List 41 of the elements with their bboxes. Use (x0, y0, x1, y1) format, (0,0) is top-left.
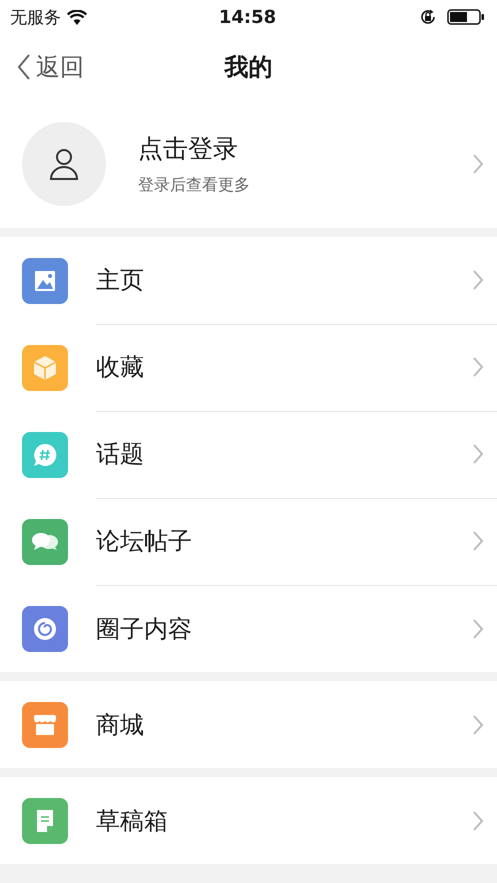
chevron-icon (471, 808, 485, 832)
battery-icon (447, 9, 486, 25)
menu-label: 话题 (96, 439, 145, 470)
menu-item[interactable]: 论坛帖子 (0, 498, 497, 585)
wifi-icon (67, 10, 87, 24)
login-title: 点击登录 (138, 133, 239, 165)
menu-item[interactable]: 商城 (0, 681, 497, 768)
cube-icon (22, 344, 68, 390)
back-chevron-icon (16, 53, 32, 81)
login-subtitle: 登录后查看更多 (138, 175, 251, 196)
menu-label: 圈子内容 (96, 614, 193, 644)
clock-time: 14:58 (218, 6, 276, 28)
menu-item[interactable]: 圈子内容 (0, 585, 497, 672)
user-icon (49, 148, 79, 180)
chevron-icon (471, 268, 485, 292)
chat-hash-icon (22, 432, 68, 478)
image-icon (22, 258, 68, 304)
shop-icon (22, 702, 68, 748)
swirl-icon (22, 606, 68, 652)
chat-bubbles-icon (22, 518, 68, 564)
menu-label: 收藏 (96, 352, 145, 383)
chevron-icon (471, 712, 485, 736)
menu-label: 主页 (96, 265, 145, 296)
chevron-icon (471, 529, 485, 553)
menu-item[interactable]: 主页 (0, 237, 497, 324)
back-button[interactable]: 返回 (16, 51, 84, 83)
menu-item[interactable]: 草稿箱 (0, 777, 497, 864)
menu-item[interactable]: 收藏 (0, 324, 497, 411)
chevron-icon (471, 616, 485, 640)
menu-label: 草稿箱 (96, 806, 169, 836)
page-title: 我的 (224, 52, 272, 83)
chevron-icon (471, 152, 485, 176)
menu-label: 商城 (96, 710, 145, 740)
chevron-icon (471, 355, 485, 379)
rotation-lock-icon (419, 8, 438, 26)
menu-label: 论坛帖子 (96, 526, 193, 557)
document-icon (22, 798, 68, 844)
carrier-text: 无服务 (10, 6, 61, 28)
login-row[interactable]: 点击登录 登录后查看更多 (0, 100, 497, 228)
menu-item[interactable]: 话题 (0, 411, 497, 498)
chevron-icon (471, 442, 485, 466)
